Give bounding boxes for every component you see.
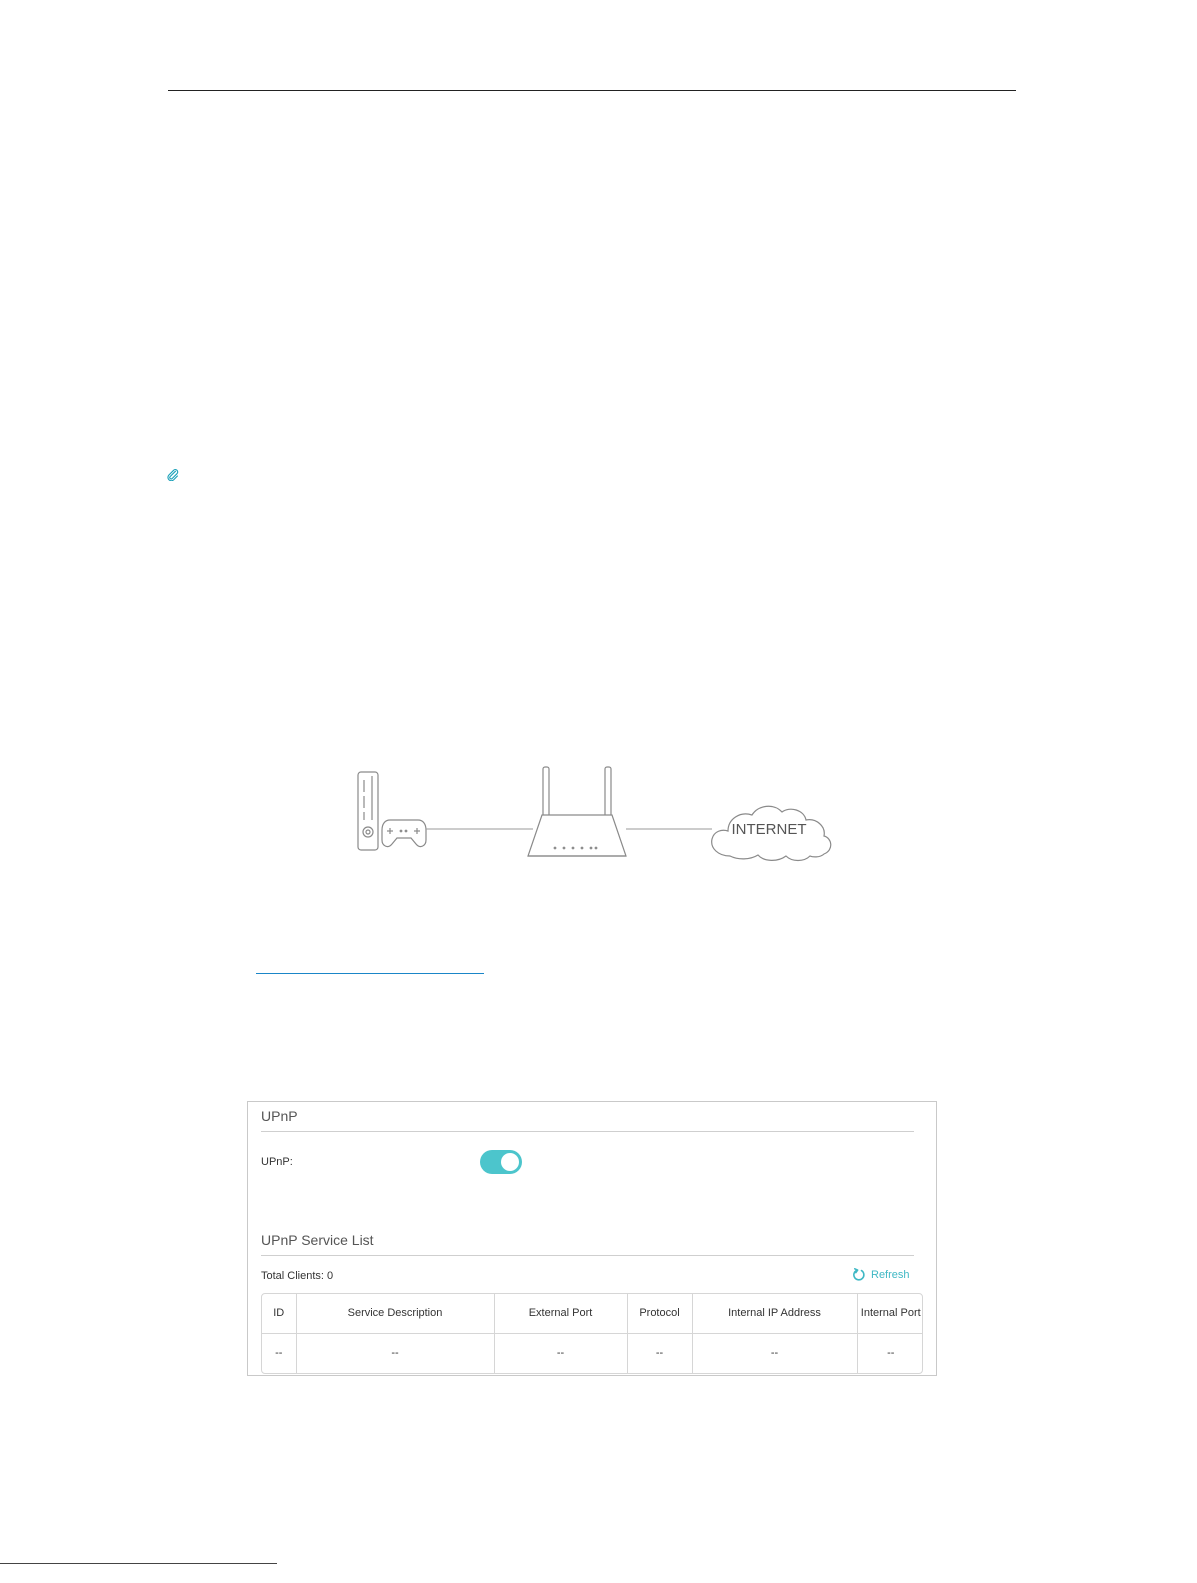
cell-id: -- bbox=[262, 1333, 297, 1373]
gamepad-icon bbox=[381, 819, 427, 848]
network-topology-diagram: INTERNET bbox=[357, 766, 832, 862]
paperclip-note-icon bbox=[167, 469, 179, 481]
footer-rule bbox=[0, 1563, 277, 1564]
upnp-toggle-switch[interactable] bbox=[480, 1150, 522, 1174]
table-header-row: ID Service Description External Port Pro… bbox=[262, 1294, 922, 1334]
refresh-label: Refresh bbox=[871, 1269, 910, 1281]
refresh-button[interactable]: Refresh bbox=[852, 1268, 910, 1282]
router-icon bbox=[527, 766, 627, 857]
column-header-internal-ip: Internal IP Address bbox=[692, 1294, 858, 1334]
column-header-internal-port: Internal Port bbox=[857, 1294, 922, 1334]
cell-internal-port: -- bbox=[887, 1347, 895, 1360]
internet-label: INTERNET bbox=[732, 821, 807, 838]
cell-external-port: -- bbox=[494, 1333, 628, 1373]
column-header-service-description: Service Description bbox=[296, 1294, 495, 1334]
cell-internal-ip: -- bbox=[692, 1333, 858, 1373]
cell-service-description: -- bbox=[296, 1333, 495, 1373]
total-clients-text: Total Clients: 0 bbox=[261, 1270, 334, 1282]
section-divider bbox=[261, 1131, 914, 1132]
cell-protocol: -- bbox=[627, 1333, 693, 1373]
upnp-section-title: UPnP bbox=[261, 1108, 298, 1124]
table-row: -- -- -- -- -- -- bbox=[262, 1333, 922, 1373]
upnp-service-table: ID Service Description External Port Pro… bbox=[261, 1293, 923, 1374]
section-divider bbox=[261, 1255, 914, 1256]
header-rule bbox=[168, 90, 1016, 91]
column-header-external-port: External Port bbox=[494, 1294, 628, 1334]
internet-cloud-icon: INTERNET bbox=[711, 805, 832, 862]
service-list-title: UPnP Service List bbox=[261, 1232, 374, 1248]
hyperlink-underline[interactable] bbox=[256, 973, 484, 974]
column-header-protocol: Protocol bbox=[627, 1294, 693, 1334]
upnp-toggle-label: UPnP: bbox=[261, 1156, 293, 1168]
upnp-settings-panel: UPnP UPnP: UPnP Service List Total Clien… bbox=[247, 1101, 937, 1376]
column-header-id: ID bbox=[262, 1294, 297, 1334]
game-console-icon bbox=[357, 771, 379, 851]
toggle-knob bbox=[501, 1153, 519, 1171]
refresh-icon bbox=[853, 1268, 865, 1281]
